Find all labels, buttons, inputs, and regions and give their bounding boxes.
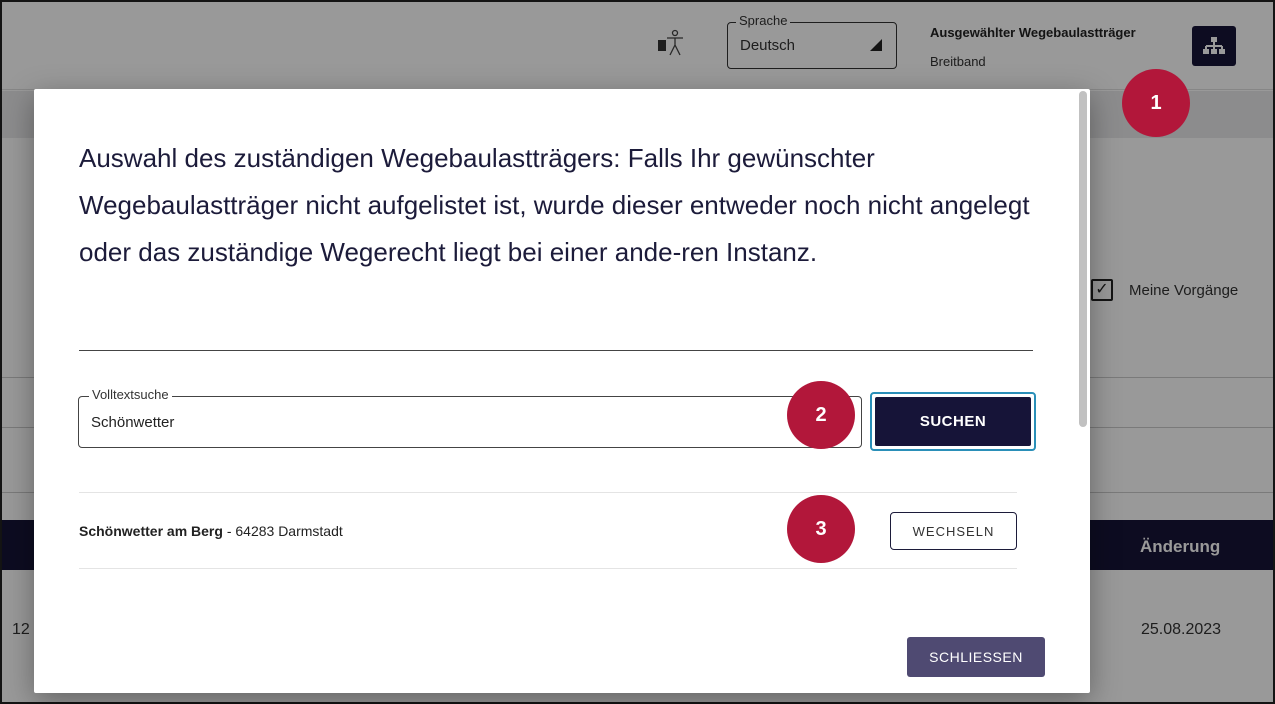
fulltext-search-input[interactable]: Schönwetter xyxy=(91,414,174,431)
result-item-name: Schönwetter am Berg xyxy=(79,523,223,539)
dialog-title: Auswahl des zuständigen Wegebaulastträge… xyxy=(79,143,1030,267)
result-item-detail: - 64283 Darmstadt xyxy=(222,523,343,539)
switch-wbt-button[interactable]: WECHSELN xyxy=(890,512,1017,550)
callout-marker-2: 2 xyxy=(787,381,855,449)
callout-marker-1: 1 xyxy=(1122,69,1190,137)
result-item-text: Schönwetter am Berg - 64283 Darmstadt xyxy=(79,523,343,539)
fulltext-search-field[interactable]: Volltextsuche Schönwetter xyxy=(78,387,862,448)
search-button[interactable]: SUCHEN xyxy=(870,392,1036,451)
wbt-selection-dialog: Auswahl des zuständigen Wegebaulastträge… xyxy=(34,89,1090,693)
dialog-divider xyxy=(79,350,1033,351)
fulltext-search-label: Volltextsuche xyxy=(89,387,172,402)
search-button-label: SUCHEN xyxy=(875,397,1031,446)
dialog-scrollbar[interactable] xyxy=(1079,91,1087,427)
result-list-item: Schönwetter am Berg - 64283 Darmstadt WE… xyxy=(79,492,1017,569)
close-dialog-button[interactable]: SCHLIESSEN xyxy=(907,637,1045,677)
callout-marker-3: 3 xyxy=(787,495,855,563)
